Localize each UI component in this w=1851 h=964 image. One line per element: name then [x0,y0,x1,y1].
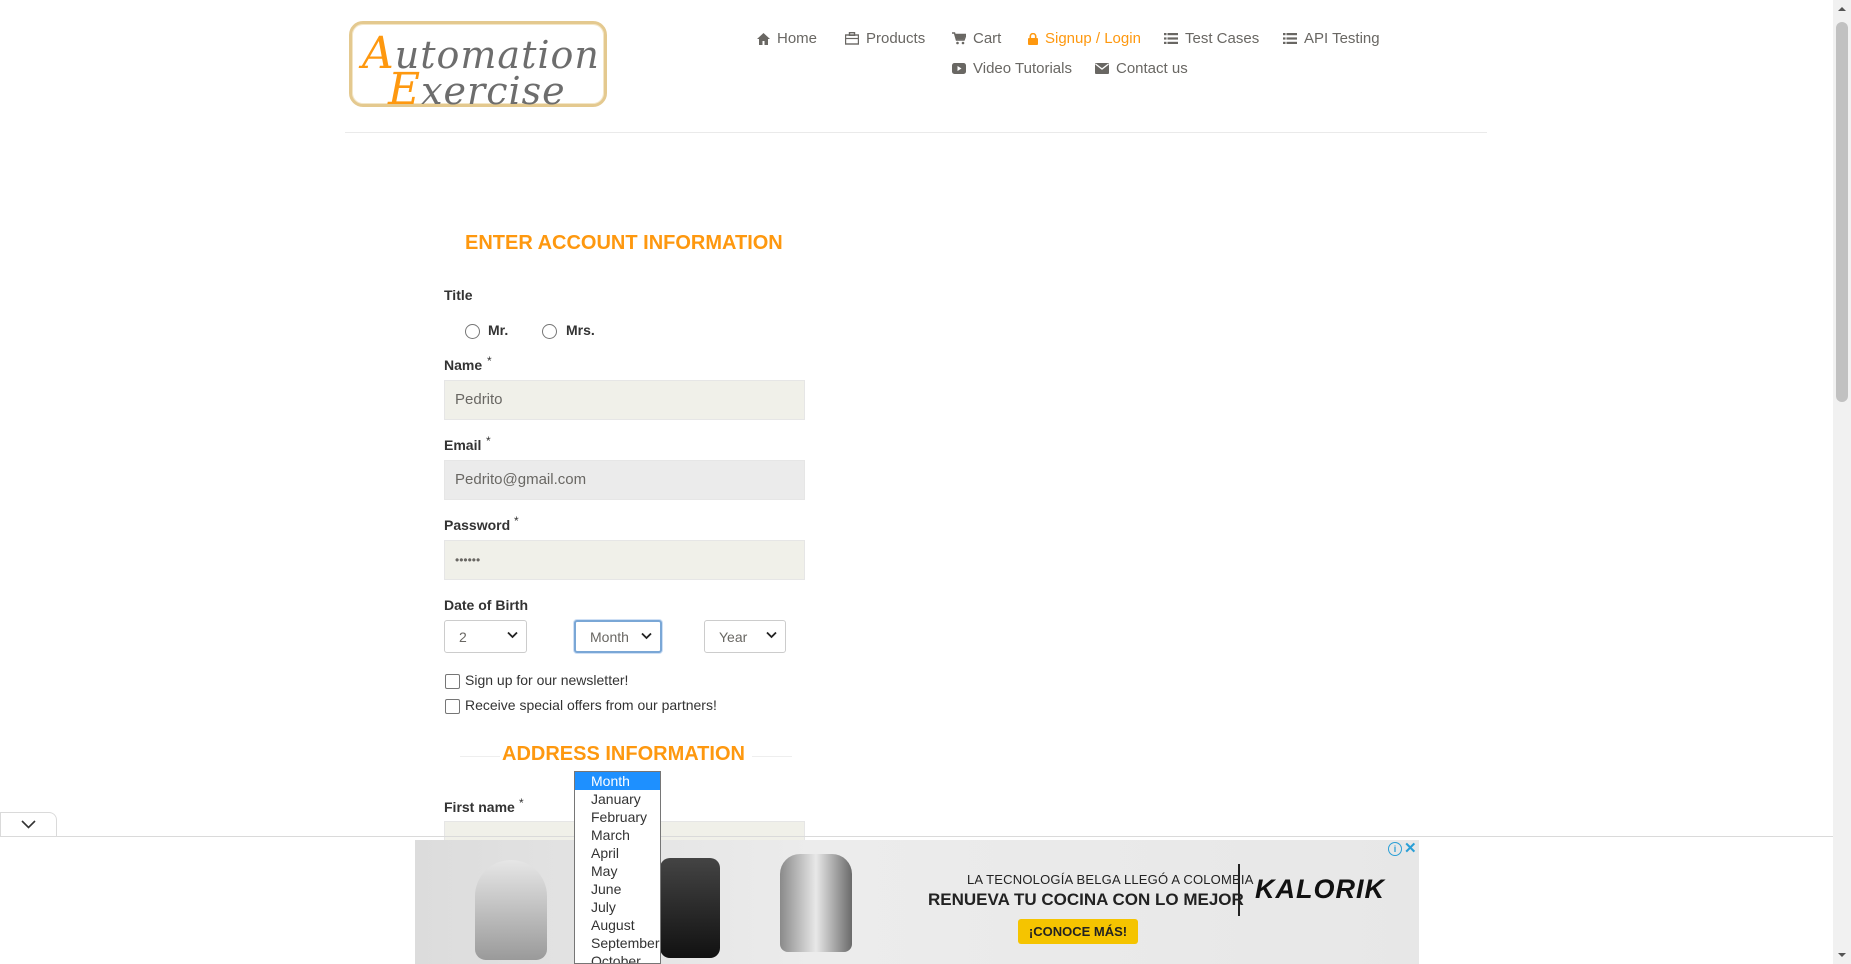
month-option[interactable]: August [575,916,660,934]
scroll-up-arrow-icon[interactable] [1837,4,1847,14]
ad-separator [1238,864,1240,916]
month-select-value: Month [590,628,629,645]
ad-cta-button[interactable]: ¡CONOCE MÁS! [1018,919,1138,944]
nav-signup-login[interactable]: Signup / Login [1028,30,1141,47]
password-input[interactable]: •••••• [444,540,805,580]
name-required-mark: * [487,354,492,368]
year-select-value: Year [719,628,748,645]
kettle-image [780,854,852,952]
nav-products[interactable]: Products [845,30,925,47]
scrollbar-thumb[interactable] [1836,22,1848,402]
month-option[interactable]: March [575,826,660,844]
address-heading-line-left [460,756,500,757]
address-info-heading: ADDRESS INFORMATION [502,743,745,765]
day-select-value: 2 [459,628,467,645]
ad-collapse-tab[interactable] [0,812,57,836]
chevron-down-icon [21,820,36,829]
ad-subheadline: RENUEVA TU COCINA CON LO MEJOR [928,890,1244,909]
month-option[interactable]: Month [575,772,660,790]
logo-line2: Exercise [388,64,566,115]
month-option[interactable]: July [575,898,660,916]
title-mr-radio[interactable] [465,324,480,339]
title-mrs-radio[interactable] [542,324,557,339]
ad-banner[interactable]: LA TECNOLOGÍA BELGA LLEGÓ A COLOMBIA REN… [415,840,1419,964]
date-of-birth-label: Date of Birth [444,597,528,613]
first-name-label: First name [444,799,515,815]
scroll-down-arrow-icon[interactable] [1837,950,1847,960]
briefcase-icon [845,32,859,45]
nav-video-tutorials-label: Video Tutorials [973,60,1072,77]
first-name-required-mark: * [519,796,524,810]
nav-test-cases[interactable]: Test Cases [1164,30,1259,47]
nav-home[interactable]: Home [757,30,817,47]
ad-close-icon[interactable]: ✕ [1404,839,1417,857]
nav-api-testing[interactable]: API Testing [1283,30,1380,47]
nav-signup-login-label: Signup / Login [1045,30,1141,47]
chevron-down-icon [766,631,777,639]
email-required-mark: * [486,434,491,448]
pressure-cooker-image [660,858,720,958]
email-input[interactable]: Pedrito@gmail.com [444,460,805,500]
nav-test-cases-label: Test Cases [1185,30,1260,47]
lock-icon [1028,32,1038,45]
name-input[interactable]: Pedrito [444,380,805,420]
chevron-down-icon [641,632,652,640]
day-select[interactable]: 2 [444,620,527,653]
nav-video-tutorials[interactable]: Video Tutorials [952,60,1072,77]
month-dropdown-list[interactable]: Month January February March April May June Jul… [574,771,661,964]
home-icon [757,32,770,45]
logo-line2-rest: xercise [421,69,566,113]
name-label: Name [444,357,483,373]
title-mr-label[interactable]: Mr. [488,322,508,338]
waffle-maker-image [475,860,547,960]
month-option[interactable]: May [575,862,660,880]
list-icon [1164,33,1178,44]
month-option[interactable]: October [575,952,660,963]
title-label: Title [444,287,473,303]
month-option[interactable]: April [575,844,660,862]
offers-label[interactable]: Receive special offers from our partners… [465,697,717,713]
year-select[interactable]: Year [704,620,786,653]
logo-line2-initial: E [388,64,422,115]
newsletter-checkbox[interactable] [445,674,460,689]
nav-products-label: Products [866,30,926,47]
account-info-heading: ENTER ACCOUNT INFORMATION [465,232,783,254]
nav-cart-label: Cart [973,30,1002,47]
password-required-mark: * [514,514,519,528]
nav-cart[interactable]: Cart [952,30,1001,47]
youtube-play-icon [952,63,966,74]
email-label: Email [444,437,482,453]
address-heading-line-right [752,756,792,757]
nav-contact-us-label: Contact us [1116,60,1188,77]
ad-headline: LA TECNOLOGÍA BELGA LLEGÓ A COLOMBIA [967,872,1254,887]
month-option[interactable]: February [575,808,660,826]
shopping-cart-icon [952,32,966,45]
month-option[interactable]: September [575,934,660,952]
chevron-down-icon [507,631,518,639]
month-option[interactable]: June [575,880,660,898]
site-logo[interactable]: Automation Exercise [349,21,607,115]
nav-contact-us[interactable]: Contact us [1095,60,1188,77]
month-option[interactable]: January [575,790,660,808]
nav-api-testing-label: API Testing [1304,30,1380,47]
envelope-icon [1095,63,1109,74]
title-mrs-label[interactable]: Mrs. [566,322,595,338]
newsletter-label[interactable]: Sign up for our newsletter! [465,672,628,688]
header-divider [345,132,1487,133]
month-select[interactable]: Month [574,620,662,653]
password-label: Password [444,517,511,533]
offers-checkbox[interactable] [445,699,460,714]
ad-brand-logo: KALORIK [1255,874,1385,904]
nav-home-label: Home [777,30,818,47]
ad-border [0,836,1833,837]
ad-info-icon[interactable]: i [1388,842,1402,856]
list-icon [1283,33,1297,44]
